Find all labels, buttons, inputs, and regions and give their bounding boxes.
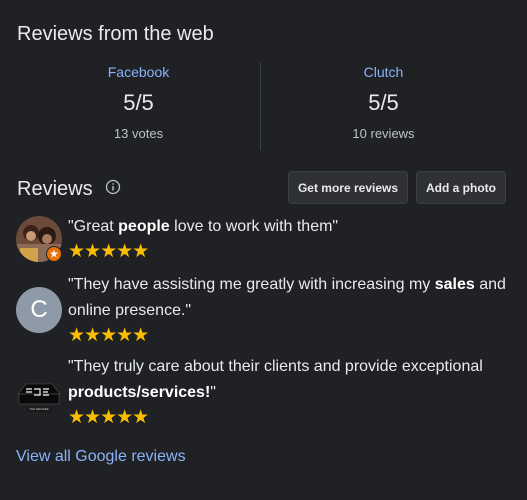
reviews-title: Reviews — [17, 178, 93, 200]
info-icon[interactable] — [105, 179, 121, 195]
star-rating: ★★★★★ — [68, 325, 149, 346]
reviewer-avatar[interactable]: C — [16, 287, 62, 333]
review-text: "They truly care about their clients and… — [68, 358, 483, 401]
view-all-google-reviews-link[interactable]: View all Google reviews — [16, 448, 186, 466]
logo-text: THE DEGREE — [29, 407, 49, 411]
web-source-score: 5/5 — [123, 90, 154, 115]
web-source-name[interactable]: Facebook — [16, 64, 261, 80]
review-text: "They have assisting me greatly with inc… — [68, 276, 506, 319]
web-source-clutch: Clutch 5/5 10 reviews — [261, 56, 506, 141]
reviewer-avatar[interactable]: THE DEGREE — [16, 370, 62, 416]
review-text: "Great people love to work with them" — [68, 218, 339, 235]
web-source-name[interactable]: Clutch — [261, 64, 506, 80]
web-source-count: 10 reviews — [352, 126, 415, 141]
reviews-from-web-title: Reviews from the web — [17, 23, 214, 45]
add-photo-button[interactable]: Add a photo — [416, 171, 506, 204]
star-rating: ★★★★★ — [68, 241, 149, 262]
web-source-score: 5/5 — [368, 90, 399, 115]
web-source-facebook: Facebook 5/5 13 votes — [16, 56, 261, 141]
web-reviews-grid: Facebook 5/5 13 votes Clutch 5/5 10 revi… — [0, 56, 527, 150]
get-more-reviews-button[interactable]: Get more reviews — [288, 171, 408, 204]
local-guide-badge-icon — [46, 246, 62, 262]
avatar-letter: C — [30, 296, 48, 323]
web-source-count: 13 votes — [113, 126, 164, 141]
star-rating: ★★★★★ — [68, 407, 149, 428]
